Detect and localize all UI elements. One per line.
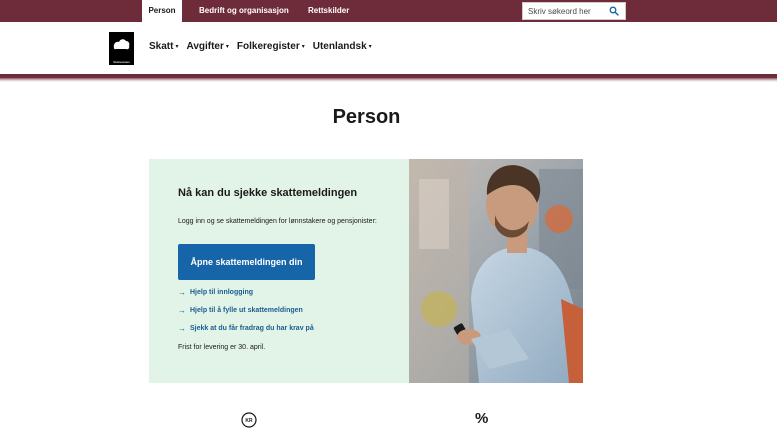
deadline-text: Frist for levering er 30. april. [178,344,266,351]
page-title: Person [332,106,401,128]
link-fill-help-label: Hjelp til å fylle ut skattemeldingen [190,307,303,314]
link-deductions[interactable]: → Sjekk at du får fradrag du har krav på [178,324,314,333]
man-with-phone-image [409,159,583,383]
nav-folkeregister-label: Folkeregister [236,41,300,52]
kr-icon[interactable]: KR [241,412,257,433]
link-deductions-label: Sjekk at du får fradrag du har krav på [190,325,314,332]
nav-folkeregister[interactable]: Folkeregister ▾ [237,41,305,52]
search-input[interactable] [523,3,605,19]
kr-icon-label: KR [245,418,253,424]
link-fill-help[interactable]: → Hjelp til å fylle ut skattemeldingen [178,306,303,315]
logo-mark-icon [113,39,130,50]
nav-avgifter-label: Avgifter [186,41,224,52]
top-bar: Person Bedrift og organisasjon Rettskild… [0,0,777,22]
kr-coin-icon: KR [241,412,257,428]
arrow-right-icon: → [178,306,186,315]
search-box [522,2,626,20]
site-header: Skatteetaten Skatt ▾ Avgifter ▾ Folkereg… [0,22,777,76]
logo-text: Skatteetaten [113,60,130,64]
arrow-right-icon: → [178,288,186,297]
chevron-down-icon: ▾ [175,44,179,50]
header-divider [0,74,777,82]
link-login-help[interactable]: → Hjelp til innlogging [178,288,253,297]
tab-legal-sources[interactable]: Rettskilder [301,0,356,22]
arrow-right-icon: → [178,324,186,333]
search-icon [609,6,619,16]
nav-skatt[interactable]: Skatt ▾ [149,41,178,52]
promo-photo [409,159,583,383]
nav-skatt-label: Skatt [149,41,174,52]
open-tax-return-button[interactable]: Åpne skattemeldingen din [178,244,315,280]
link-login-help-label: Hjelp til innlogging [190,289,253,296]
chevron-down-icon: ▾ [301,44,305,50]
percent-icon[interactable]: % [475,410,488,427]
chevron-down-icon: ▾ [225,44,229,50]
search-button[interactable] [603,3,625,19]
promo-heading: Nå kan du sjekke skattemeldingen [178,187,358,199]
skatteetaten-logo[interactable]: Skatteetaten [109,32,134,65]
promo-card: Nå kan du sjekke skattemeldingen Logg in… [149,159,409,383]
main-nav: Skatt ▾ Avgifter ▾ Folkeregister ▾ Utenl… [149,41,372,52]
chevron-down-icon: ▾ [368,44,372,50]
nav-avgifter[interactable]: Avgifter ▾ [186,41,228,52]
tab-business[interactable]: Bedrift og organisasjon [192,0,296,22]
tab-person[interactable]: Person [142,0,182,22]
nav-utenlandsk-label: Utenlandsk [312,41,367,52]
promo-description: Logg inn og se skattemeldingen for lønns… [178,218,377,225]
nav-utenlandsk[interactable]: Utenlandsk ▾ [313,41,372,52]
